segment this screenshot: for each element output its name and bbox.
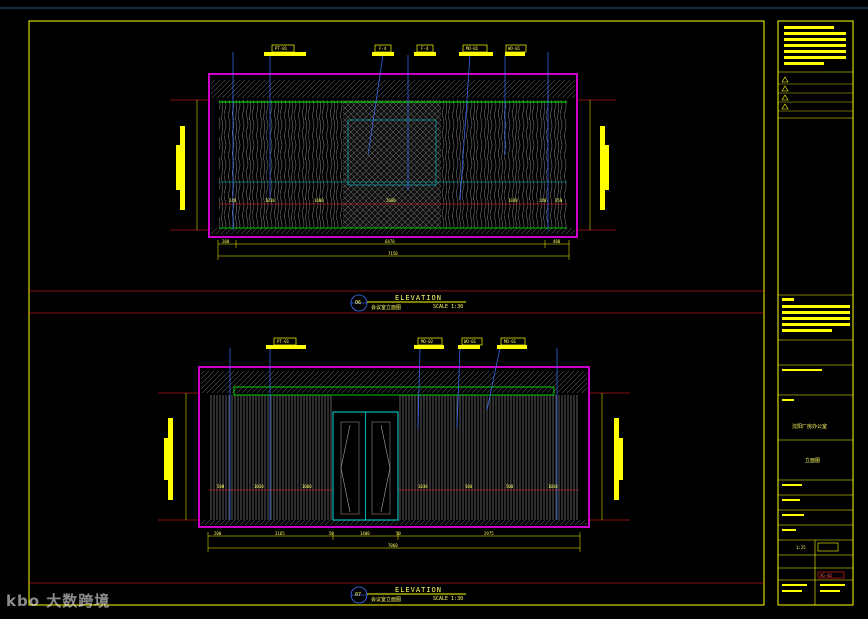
dimension-label: 500	[506, 484, 514, 489]
drawing-name: 立面图	[805, 458, 821, 464]
elevation-bottom-title: ELEVATION	[395, 586, 442, 594]
watermark-icon: kbo	[6, 592, 47, 610]
elevation-top-subtitle: 会议室立面图	[371, 305, 402, 311]
dimension-label: 1030	[265, 198, 275, 203]
elevation-top	[170, 44, 616, 312]
elevation-bottom-scale: SCALE 1:30	[433, 596, 464, 602]
elevation-top-scale: SCALE 1:30	[433, 304, 464, 310]
title-block	[778, 26, 853, 605]
dimension-label: 1600	[314, 198, 324, 203]
dimension-overall: 7150	[388, 251, 398, 256]
drawing-number: XG-02	[820, 573, 833, 578]
ceiling-band	[211, 80, 575, 98]
dimension-label: 2165	[275, 531, 285, 536]
watermark-text: 大数跨境	[46, 592, 111, 610]
material-tag-label: PT-01	[277, 339, 290, 344]
project-name: 沈阳厂房办公室	[792, 424, 828, 430]
wall-panel-left	[219, 100, 343, 228]
wall-panel-right	[398, 395, 579, 520]
elevation-bottom-number: 07	[355, 592, 362, 598]
dimension-label: 350	[555, 198, 563, 203]
dimension-label: 1400	[360, 531, 370, 536]
elevation-top-title: ELEVATION	[395, 294, 442, 302]
material-tag-label: MO-01	[504, 339, 517, 344]
dimension-label: 50	[396, 531, 401, 536]
wall-panel-left	[209, 395, 333, 520]
dimension-label: 50	[329, 531, 334, 536]
material-tag-label: WO-01	[508, 46, 521, 51]
dimension-label: 2975	[484, 531, 494, 536]
dimension-label: 200	[222, 239, 230, 244]
dimension-label: 240	[229, 198, 237, 203]
dimension-overall: 7060	[388, 543, 398, 548]
dimension-label: 200	[214, 531, 222, 536]
material-tag-label: PT-01	[275, 46, 288, 51]
dimension-label: 2600	[386, 198, 396, 203]
material-tag-label: MO-02	[421, 339, 434, 344]
dimension-label: 1600	[302, 484, 312, 489]
floor-band	[211, 228, 575, 234]
elevation-bottom	[158, 337, 630, 604]
dimension-label: 1030	[418, 484, 428, 489]
dimension-label: 240	[539, 198, 547, 203]
material-tag-label: F-4	[421, 46, 429, 51]
dimension-label: 1030	[508, 198, 518, 203]
floor-band	[201, 520, 587, 525]
scale-text: 1:25	[796, 545, 806, 550]
dimension-label: 1030	[254, 484, 264, 489]
elevation-top-number: 06	[355, 300, 362, 306]
material-tag-label: WO-01	[464, 339, 477, 344]
watermark-logo: kbo 大数跨境	[6, 590, 110, 611]
material-tag-label: MO-01	[466, 46, 479, 51]
dimension-label: 500	[217, 484, 225, 489]
elevation-bottom-subtitle: 会议室立面图	[371, 597, 402, 603]
dimension-label: 6470	[385, 239, 395, 244]
dimension-label: 480	[553, 239, 561, 244]
dimension-label: 500	[465, 484, 473, 489]
ceiling-band	[201, 371, 587, 393]
dimension-label: 1030	[548, 484, 558, 489]
material-tag-label: F-4	[379, 46, 387, 51]
wall-panel-center	[343, 100, 441, 228]
